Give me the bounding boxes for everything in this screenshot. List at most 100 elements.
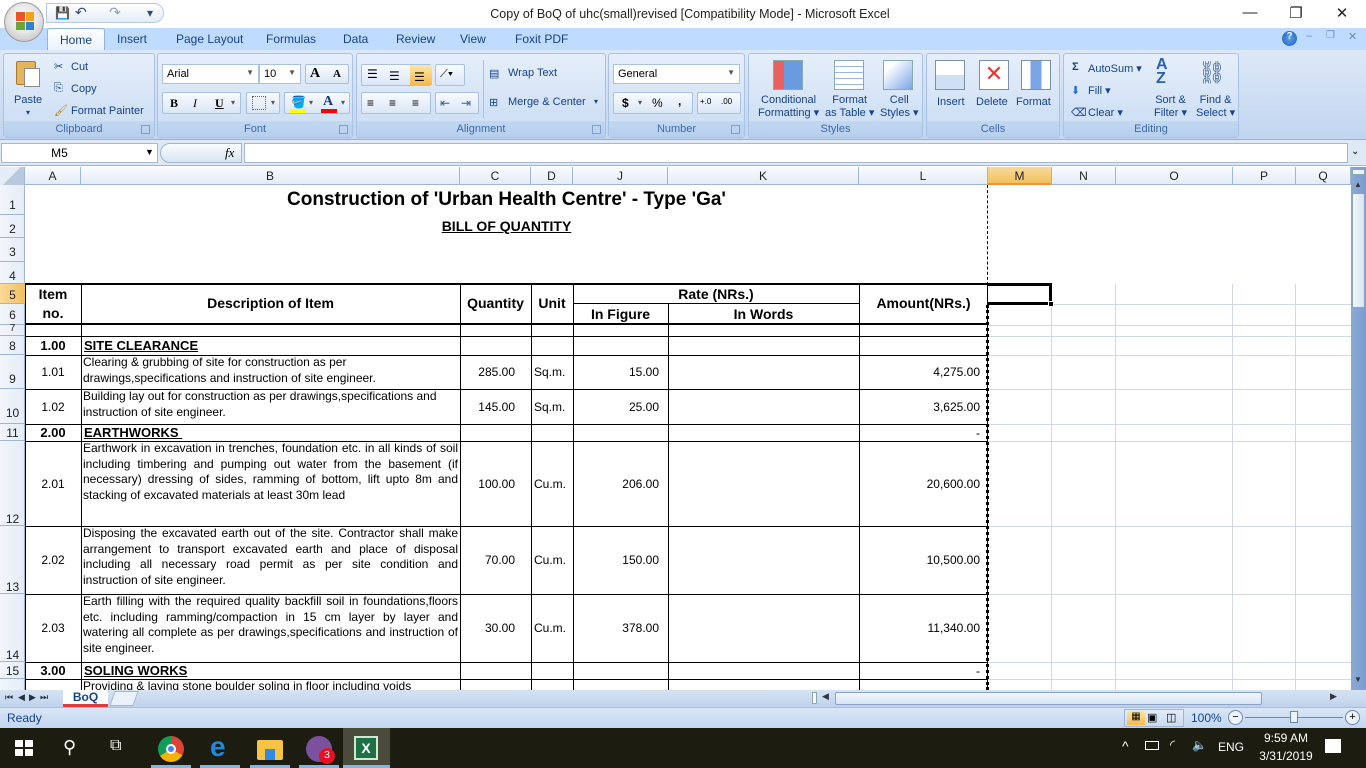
page-layout-view-button[interactable]: ▣ [1147, 711, 1157, 724]
tab-view[interactable]: View [460, 32, 486, 46]
unit-cell[interactable] [531, 679, 573, 690]
amount-cell[interactable]: 3,625.00 [859, 389, 988, 424]
format-cells-button[interactable]: Format [1016, 96, 1051, 108]
description-cell[interactable]: Earthwork in excavation in trenches, fou… [81, 441, 460, 526]
paste-button[interactable]: Paste [14, 94, 42, 106]
item-no-cell[interactable]: 3.00 [25, 662, 81, 679]
alignment-launcher-icon[interactable] [592, 125, 601, 134]
amount-cell[interactable]: 4,275.00 [859, 355, 988, 389]
underline-button[interactable]: U [215, 96, 224, 111]
align-middle-button[interactable]: ☰ [389, 69, 400, 83]
tab-data[interactable]: Data [343, 32, 368, 46]
copy-button[interactable]: Copy [71, 83, 97, 95]
decrease-decimal-button[interactable]: .00 [721, 97, 732, 106]
underline-dropdown-icon[interactable]: ▾ [231, 98, 235, 107]
action-center-icon[interactable] [1325, 739, 1341, 753]
description-cell[interactable]: Providing & laying stone boulder soling … [81, 679, 460, 690]
formula-input[interactable] [244, 143, 1348, 163]
unit-cell[interactable]: Cu.m. [531, 594, 573, 662]
column-header-b[interactable]: B [81, 167, 460, 185]
redo-icon[interactable]: ↷ [109, 4, 121, 21]
column-header-a[interactable]: A [25, 167, 81, 185]
fill-button[interactable]: Fill ▾ [1088, 84, 1111, 97]
unit-cell[interactable]: Cu.m. [531, 441, 573, 526]
grow-font-button[interactable]: A [310, 66, 320, 82]
quantity-cell[interactable] [460, 679, 531, 690]
zoom-out-button[interactable]: − [1228, 710, 1243, 725]
clock-time[interactable]: 9:59 AM [1256, 731, 1316, 745]
save-icon[interactable]: 💾 [55, 6, 70, 20]
wrap-text-button[interactable]: Wrap Text [508, 67, 557, 79]
horizontal-scroll-thumb[interactable] [835, 692, 1262, 705]
page-break-view-button[interactable]: ◫ [1166, 711, 1176, 724]
amount-cell[interactable]: - [859, 662, 988, 679]
selected-cell-m5[interactable] [988, 283, 1052, 305]
merge-center-button[interactable]: Merge & Center [508, 96, 586, 108]
sheet-tab-boq[interactable]: BoQ [63, 690, 108, 707]
autosum-button[interactable]: AutoSum ▾ [1088, 62, 1142, 75]
battery-icon[interactable] [1145, 741, 1159, 750]
language-indicator[interactable]: ENG [1218, 740, 1244, 754]
align-center-button[interactable]: ≡ [389, 96, 396, 110]
align-left-button[interactable]: ≡ [367, 96, 374, 110]
shrink-font-button[interactable]: A [333, 68, 341, 80]
description-cell[interactable]: Building lay out for construction as per… [81, 389, 460, 424]
percent-button[interactable]: % [652, 96, 663, 110]
first-sheet-button[interactable]: ⏮ [5, 692, 13, 703]
ribbon-close-button[interactable]: ✕ [1348, 30, 1357, 43]
row-header-14[interactable]: 14 [0, 594, 25, 662]
task-view-icon[interactable]: ⧉ [110, 737, 121, 755]
item-no-cell[interactable]: 1.00 [25, 336, 81, 355]
cell-styles-button[interactable]: Cell Styles ▾ [880, 94, 919, 120]
column-header-n[interactable]: N [1052, 167, 1116, 185]
close-button[interactable]: ✕ [1322, 4, 1362, 22]
next-sheet-button[interactable]: ▶ [29, 692, 36, 703]
normal-view-button[interactable]: ▦ [1127, 711, 1145, 725]
comma-button[interactable]: , [678, 94, 681, 108]
name-box[interactable]: M5 [1, 143, 158, 163]
item-no-cell[interactable]: 1.01 [25, 355, 81, 389]
font-name-select[interactable]: Arial ▼ [162, 64, 259, 84]
item-no-cell[interactable]: 2.01 [25, 441, 81, 526]
prev-sheet-button[interactable]: ◀ [18, 692, 25, 703]
ribbon-minimize-button[interactable]: – [1306, 30, 1312, 42]
help-icon[interactable]: ? [1282, 31, 1297, 46]
row-header-10[interactable]: 10 [0, 389, 25, 424]
merge-dropdown-icon[interactable]: ▾ [594, 97, 598, 106]
rate-figure-cell[interactable]: 150.00 [573, 526, 668, 594]
item-no-cell[interactable] [25, 679, 81, 690]
ribbon-restore-button[interactable]: ❐ [1326, 30, 1335, 41]
chrome-icon[interactable] [158, 736, 184, 762]
zoom-slider-thumb[interactable] [1290, 711, 1298, 723]
column-header-k[interactable]: K [668, 167, 859, 185]
row-header-7[interactable]: 7 [0, 324, 25, 336]
amount-cell[interactable] [859, 336, 988, 355]
worksheet[interactable]: Construction of 'Urban Health Centre' - … [25, 185, 1351, 690]
show-hidden-icons[interactable]: ^ [1122, 738, 1129, 754]
insert-sheet-button[interactable] [109, 691, 139, 706]
font-size-select[interactable]: 10 ▼ [259, 64, 301, 84]
column-header-c[interactable]: C [460, 167, 531, 185]
amount-cell[interactable]: 20,600.00 [859, 441, 988, 526]
amount-cell[interactable]: - [859, 424, 988, 441]
format-as-table-button[interactable]: Format as Table ▾ [825, 94, 874, 120]
scroll-right-icon[interactable]: ▶ [1330, 691, 1337, 702]
align-right-button[interactable]: ≡ [412, 96, 419, 110]
wifi-icon[interactable]: ◜ [1170, 737, 1175, 753]
tab-home[interactable]: Home [47, 28, 106, 51]
name-box-dropdown-icon[interactable]: ▼ [145, 147, 154, 157]
column-header-q[interactable]: Q [1296, 167, 1351, 185]
row-header-2[interactable]: 2 [0, 215, 25, 238]
last-sheet-button[interactable]: ⏭ [40, 692, 48, 703]
italic-button[interactable]: I [193, 96, 197, 111]
find-select-button[interactable]: Find & Select ▾ [1196, 94, 1235, 120]
amount-cell[interactable] [859, 679, 988, 690]
clear-button[interactable]: Clear ▾ [1088, 106, 1123, 119]
tab-page-layout[interactable]: Page Layout [176, 32, 243, 46]
zoom-in-button[interactable]: + [1345, 710, 1360, 725]
file-explorer-icon[interactable] [257, 740, 283, 760]
row-header-15[interactable]: 15 [0, 662, 25, 679]
item-no-cell[interactable]: 2.02 [25, 526, 81, 594]
description-cell[interactable]: Clearing & grubbing of site for construc… [81, 355, 460, 389]
align-top-button[interactable]: ☰ [367, 67, 378, 81]
